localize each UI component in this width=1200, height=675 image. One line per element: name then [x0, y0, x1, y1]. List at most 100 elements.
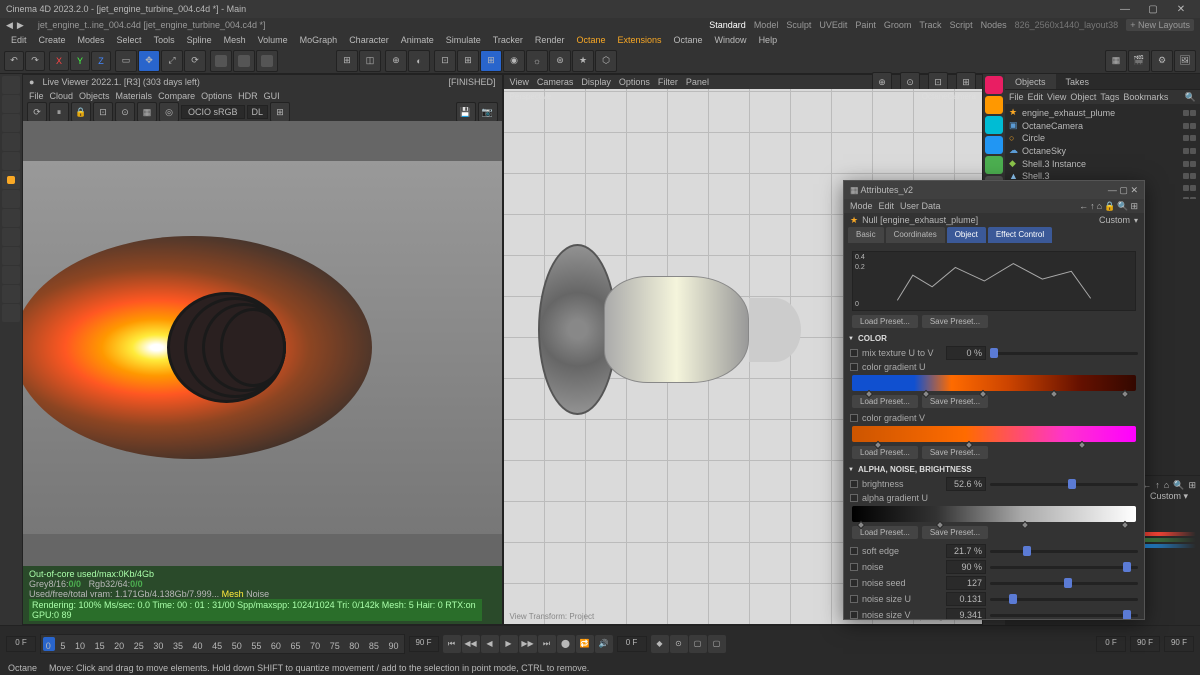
render-region[interactable]: ▦	[1105, 50, 1127, 72]
toolbar-icon[interactable]: ⊞	[480, 50, 502, 72]
lv-refresh-icon[interactable]: ⟳	[27, 102, 47, 122]
menu-tools[interactable]: Tools	[149, 35, 180, 45]
mode-tool[interactable]	[2, 304, 20, 322]
timeline-end-field[interactable]: 90 F	[409, 636, 439, 652]
param-checkbox[interactable]	[850, 363, 858, 371]
search-icon[interactable]: 🔍	[1185, 92, 1196, 103]
param-checkbox[interactable]	[850, 547, 858, 555]
axis-x-button[interactable]: X	[49, 51, 69, 71]
mode-tool[interactable]	[2, 247, 20, 265]
param-checkbox[interactable]	[850, 494, 858, 502]
attr-tab-coord[interactable]: Coordinates	[886, 227, 945, 243]
param-checkbox[interactable]	[850, 563, 858, 571]
key-button[interactable]: ▢	[708, 635, 726, 653]
toolbar-icon[interactable]: ⊕	[385, 50, 407, 72]
attr-max-icon[interactable]: ▢	[1119, 185, 1128, 195]
lv-menu-file[interactable]: File	[29, 91, 44, 101]
transport-prevkey[interactable]: ◀◀	[462, 635, 480, 653]
range-start-field[interactable]: 0 F	[1096, 636, 1126, 652]
tab-takes[interactable]: Takes	[1056, 74, 1100, 89]
lv-menu-options[interactable]: Options	[201, 91, 232, 101]
attr-menu-mode[interactable]: Mode	[850, 201, 873, 211]
param-value[interactable]: 52.6 %	[946, 477, 986, 491]
layout-model[interactable]: Model	[754, 20, 779, 30]
attributes-titlebar[interactable]: ▦ Attributes_v2 — ▢ ✕	[844, 181, 1144, 199]
param-value[interactable]: 0.131	[946, 592, 986, 606]
obj-menu-view[interactable]: View	[1047, 92, 1066, 102]
tab-objects[interactable]: Objects	[1005, 74, 1056, 89]
param-checkbox[interactable]	[850, 611, 858, 619]
section-alpha[interactable]: ALPHA, NOISE, BRIGHTNESS	[848, 463, 1140, 476]
layout-paint[interactable]: Paint	[855, 20, 876, 30]
key-button[interactable]: ◆	[651, 635, 669, 653]
obj-menu-edit[interactable]: Edit	[1028, 92, 1044, 102]
attr-nav-icon[interactable]: 🔍	[1173, 480, 1184, 491]
lv-ocio-dropdown[interactable]: OCIO sRGB	[181, 105, 245, 119]
lv-focus-icon[interactable]: ◎	[159, 102, 179, 122]
obj-menu-object[interactable]: Object	[1070, 92, 1096, 102]
render-canvas[interactable]: Out-of-core used/max:0Kb/4Gb Grey8/16:0/…	[23, 121, 502, 624]
transport-start[interactable]: ⏮	[443, 635, 461, 653]
nav-back-icon[interactable]: ◀	[6, 20, 13, 31]
attr-search-icon[interactable]: 🔍	[1117, 201, 1128, 212]
menu-help[interactable]: Help	[754, 35, 783, 45]
attr-nav-home-icon[interactable]: ⌂	[1097, 201, 1102, 212]
layout-sculpt[interactable]: Sculpt	[786, 20, 811, 30]
param-checkbox[interactable]	[850, 595, 858, 603]
param-slider[interactable]	[990, 550, 1138, 553]
render-settings[interactable]: ⚙	[1151, 50, 1173, 72]
lv-menu-compare[interactable]: Compare	[158, 91, 195, 101]
palette-icon[interactable]	[985, 136, 1003, 154]
transport-prevframe[interactable]: ◀	[481, 635, 499, 653]
lv-dl-dropdown[interactable]: DL	[247, 105, 269, 119]
param-value[interactable]: 90 %	[946, 560, 986, 574]
redo-button[interactable]: ↷	[25, 51, 45, 71]
menu-mesh[interactable]: Mesh	[219, 35, 251, 45]
vp-menu-options[interactable]: Options	[619, 77, 650, 87]
menu-spline[interactable]: Spline	[182, 35, 217, 45]
param-slider[interactable]	[990, 582, 1138, 585]
total-frames-field[interactable]: 90 F	[1164, 636, 1194, 652]
mode-tool[interactable]	[2, 266, 20, 284]
mode-points[interactable]	[2, 114, 20, 132]
attr-object-mode[interactable]: Custom	[1099, 215, 1130, 225]
toolbar-button[interactable]	[256, 50, 278, 72]
transport-sound[interactable]: 🔊	[595, 635, 613, 653]
toolbar-button[interactable]	[233, 50, 255, 72]
transport-nextframe[interactable]: ▶▶	[519, 635, 537, 653]
attr-tab-basic[interactable]: Basic	[848, 227, 884, 243]
obj-menu-file[interactable]: File	[1009, 92, 1024, 102]
lv-menu-materials[interactable]: Materials	[116, 91, 153, 101]
autokey-button[interactable]: ⊙	[670, 635, 688, 653]
undo-button[interactable]: ↶	[4, 51, 24, 71]
menu-volume[interactable]: Volume	[253, 35, 293, 45]
mode-polys[interactable]	[2, 152, 20, 170]
layout-track[interactable]: Track	[919, 20, 941, 30]
menu-character[interactable]: Character	[344, 35, 394, 45]
vp-menu-filter[interactable]: Filter	[658, 77, 678, 87]
mode-model[interactable]	[2, 76, 20, 94]
move-tool[interactable]: ✥	[138, 50, 160, 72]
obj-menu-bookmarks[interactable]: Bookmarks	[1123, 92, 1168, 102]
mode-edges[interactable]	[2, 133, 20, 151]
key-button[interactable]: ▢	[689, 635, 707, 653]
transport-play[interactable]: ▶	[500, 635, 518, 653]
param-value[interactable]: 0 %	[946, 346, 986, 360]
transport-loop[interactable]: 🔁	[576, 635, 594, 653]
attr-nav-icon[interactable]: ⊞	[1188, 480, 1196, 491]
layout-uvedit[interactable]: UVEdit	[819, 20, 847, 30]
menu-octane-2[interactable]: Octane	[669, 35, 708, 45]
load-preset-button[interactable]: Load Preset...	[852, 315, 918, 328]
toolbar-icon[interactable]: ⊞	[457, 50, 479, 72]
lv-region-icon[interactable]: ▦	[137, 102, 157, 122]
palette-icon[interactable]	[985, 76, 1003, 94]
workplane-toggle[interactable]: ◫	[359, 50, 381, 72]
curve-editor[interactable]: 0.4 0.2 0	[852, 251, 1136, 311]
color-gradient-u[interactable]	[852, 375, 1136, 391]
toolbar-icon[interactable]: ⊛	[549, 50, 571, 72]
menu-create[interactable]: Create	[34, 35, 71, 45]
param-slider[interactable]	[990, 614, 1138, 617]
menu-edit[interactable]: Edit	[6, 35, 32, 45]
toolbar-icon[interactable]: ⊡	[434, 50, 456, 72]
window-minimize[interactable]: —	[1112, 1, 1138, 17]
